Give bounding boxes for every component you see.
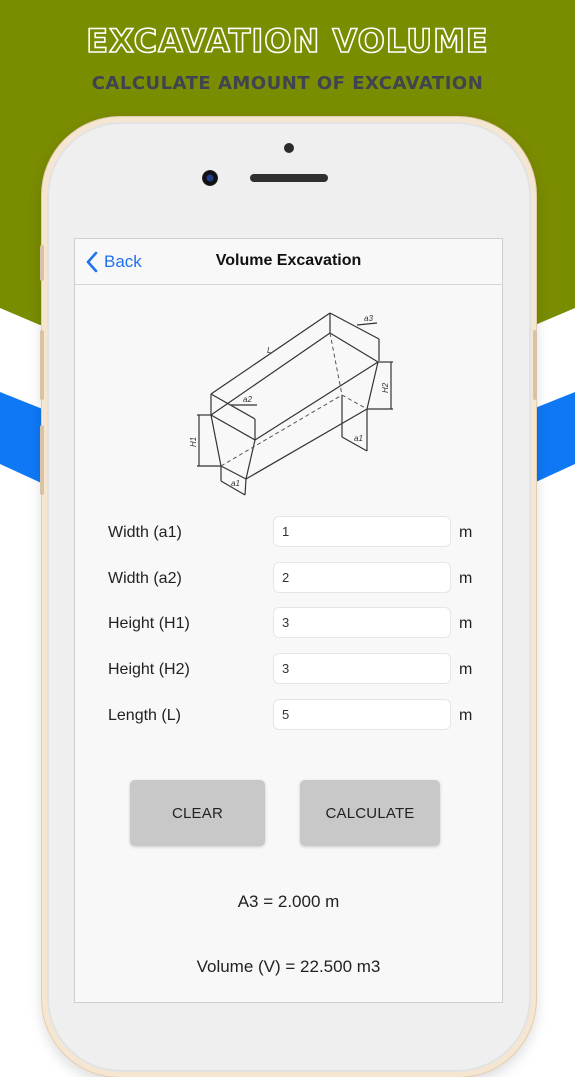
unit-label: m [459, 615, 473, 632]
diagram-edge [254, 361, 379, 441]
field-label: Width (a2) [108, 570, 182, 587]
result-a3: A3 = 2.000 m [237, 892, 340, 911]
unit-label: m [459, 661, 473, 678]
navigation-bar: Back Volume Excavation [75, 239, 502, 285]
diagram-edge [210, 414, 256, 441]
clear-button[interactable]: CLEAR [130, 780, 265, 846]
diagram-edge [329, 332, 379, 363]
calculate-button[interactable]: CALCULATE [300, 780, 440, 846]
earpiece-speaker [250, 174, 328, 182]
width-a2-input[interactable] [273, 562, 451, 593]
field-label: Height (H1) [108, 615, 190, 632]
diagram-edge [366, 361, 379, 410]
phone-power-button [533, 330, 537, 400]
diagram-edge [220, 465, 247, 480]
label-a1-far: a1 [354, 434, 363, 443]
label-a1-near: a1 [231, 479, 240, 488]
hidden-edge [341, 394, 368, 410]
promo-subheadline: CALCULATE AMOUNT OF EXCAVATION [91, 73, 484, 94]
label-length: L [267, 346, 271, 355]
phone-volume-down [40, 425, 44, 495]
unit-label: m [459, 570, 473, 587]
length-input[interactable] [273, 699, 451, 730]
label-a3: a3 [364, 314, 373, 323]
form-row-height-h2: Height (H2) m [75, 653, 502, 687]
diagram-edge [245, 408, 368, 480]
form-row-length: Length (L) m [75, 699, 502, 733]
field-label: Width (a1) [108, 524, 182, 541]
field-label: Height (H2) [108, 661, 190, 678]
front-camera [202, 170, 218, 186]
diagram-edge [244, 478, 247, 496]
diagram-edge [210, 414, 222, 467]
label-h2: H2 [381, 382, 390, 393]
phone-volume-up [40, 330, 44, 400]
form-row-width-a1: Width (a1) m [75, 516, 502, 550]
page-title: Volume Excavation [215, 252, 362, 269]
app-screen: Back Volume Excavation L a2 a3 a1 a1 H1 … [74, 238, 503, 1003]
height-h1-input[interactable] [273, 607, 451, 638]
form-row-height-h1: Height (H1) m [75, 607, 502, 641]
form-row-width-a2: Width (a2) m [75, 562, 502, 596]
unit-label: m [459, 707, 473, 724]
proximity-sensor [284, 143, 294, 153]
width-a1-input[interactable] [273, 516, 451, 547]
diagram-edge [245, 439, 256, 480]
leader-line [356, 322, 378, 326]
excavation-diagram: L a2 a3 a1 a1 H1 H2 [189, 312, 393, 496]
result-volume: Volume (V) = 22.500 m3 [196, 957, 381, 976]
label-a2: a2 [243, 395, 252, 404]
label-h1: H1 [189, 437, 198, 447]
height-h2-input[interactable] [273, 653, 451, 684]
unit-label: m [459, 524, 473, 541]
phone-mute-switch [40, 245, 44, 281]
promo-headline: EXCAVATION VOLUME [85, 21, 489, 61]
field-label: Length (L) [108, 707, 181, 724]
